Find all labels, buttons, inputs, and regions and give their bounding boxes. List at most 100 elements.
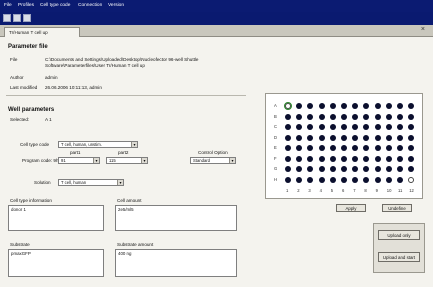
well-G9[interactable] [374,166,381,172]
well-B4[interactable] [318,113,325,120]
well-D7[interactable] [352,134,359,141]
well-F4[interactable] [318,155,325,162]
well-E9[interactable] [374,145,381,151]
well-D9[interactable] [374,134,381,141]
well-E2[interactable] [296,145,303,151]
menu-cell-type-code[interactable]: Cell type code [40,3,70,8]
control-option-select[interactable]: Standard ▾ [190,157,236,164]
well-D12[interactable] [408,134,415,141]
well-F9[interactable] [374,155,381,162]
well-G2[interactable] [296,166,303,172]
well-E6[interactable] [341,145,347,151]
well-D11[interactable] [397,134,403,141]
well-E8[interactable] [363,145,370,151]
well-G7[interactable] [352,166,359,172]
well-F12[interactable] [408,155,415,162]
upload-and-start-button[interactable]: Upload and start [378,252,420,262]
well-D1[interactable] [285,134,291,141]
well-E7[interactable] [352,145,359,151]
well-H1[interactable] [285,176,291,183]
save-file-icon[interactable] [23,14,31,22]
well-H8[interactable] [363,176,370,183]
well-C9[interactable] [374,124,381,130]
well-F3[interactable] [307,155,314,162]
well-A2[interactable] [296,103,303,109]
well-F5[interactable] [329,155,336,162]
well-E10[interactable] [385,145,392,151]
well-D6[interactable] [341,134,347,141]
well-C12[interactable] [408,124,415,130]
well-H12[interactable] [408,176,415,183]
well-A9[interactable] [374,103,381,109]
upload-only-button[interactable]: Upload only [378,230,420,240]
well-C10[interactable] [385,124,392,130]
well-G8[interactable] [363,166,370,172]
well-B3[interactable] [307,113,314,120]
well-A7[interactable] [352,103,359,109]
well-B6[interactable] [341,113,347,120]
well-F8[interactable] [363,155,370,162]
well-F1[interactable] [285,155,291,162]
well-B11[interactable] [397,113,403,120]
well-H11[interactable] [397,176,403,183]
well-E3[interactable] [307,145,314,151]
well-G1[interactable] [285,166,291,172]
well-F11[interactable] [397,155,403,162]
well-A4[interactable] [318,103,325,109]
close-icon[interactable]: × [421,26,425,33]
program-part1-select[interactable]: 91 ▾ [58,157,100,164]
well-A1[interactable] [283,101,293,111]
well-C6[interactable] [341,124,347,130]
well-D8[interactable] [363,134,370,141]
well-G3[interactable] [307,166,314,172]
new-file-icon[interactable] [3,14,11,22]
well-H5[interactable] [329,176,336,183]
menu-version[interactable]: Version [108,3,124,8]
well-F7[interactable] [352,155,359,162]
well-E5[interactable] [329,145,336,151]
menu-profiles[interactable]: Profiles [18,3,34,8]
well-C7[interactable] [352,124,359,130]
well-E12[interactable] [408,145,415,151]
well-D5[interactable] [329,134,336,141]
well-G5[interactable] [329,166,336,172]
well-A6[interactable] [341,103,347,109]
well-B5[interactable] [329,113,336,120]
well-C1[interactable] [285,124,291,130]
apply-button[interactable]: Apply [336,204,366,212]
well-C2[interactable] [296,124,303,130]
menu-connection[interactable]: Connection [78,3,102,8]
well-B12[interactable] [408,113,415,120]
well-B9[interactable] [374,113,381,120]
well-D2[interactable] [296,134,303,141]
well-B7[interactable] [352,113,359,120]
substrate-amount-field[interactable]: 400 ng [115,249,237,277]
well-A12[interactable] [408,103,415,109]
well-G11[interactable] [397,166,403,172]
substrate-field[interactable]: pmaxGFP [8,249,104,277]
well-A5[interactable] [329,103,336,109]
well-C4[interactable] [318,124,325,130]
well-G4[interactable] [318,166,325,172]
well-E1[interactable] [285,145,291,151]
well-H3[interactable] [307,176,314,183]
tab-parameter-file[interactable]: Tr/Human T cell up [4,27,80,37]
well-A11[interactable] [397,103,403,109]
well-H7[interactable] [352,176,359,183]
well-H9[interactable] [374,176,381,183]
well-B1[interactable] [285,113,291,120]
cell-amount-field[interactable]: 2e5/ml5 [115,205,237,231]
well-F10[interactable] [385,155,392,162]
menu-file[interactable]: File [4,3,12,8]
open-file-icon[interactable] [13,14,21,22]
well-A8[interactable] [363,103,370,109]
well-D3[interactable] [307,134,314,141]
well-B2[interactable] [296,113,303,120]
well-C5[interactable] [329,124,336,130]
undefine-button[interactable]: Undefine [382,204,412,212]
solution-select[interactable]: T cell, human ▾ [58,179,124,186]
well-B8[interactable] [363,113,370,120]
well-G12[interactable] [408,166,415,172]
well-F6[interactable] [341,155,347,162]
well-H6[interactable] [341,176,347,183]
